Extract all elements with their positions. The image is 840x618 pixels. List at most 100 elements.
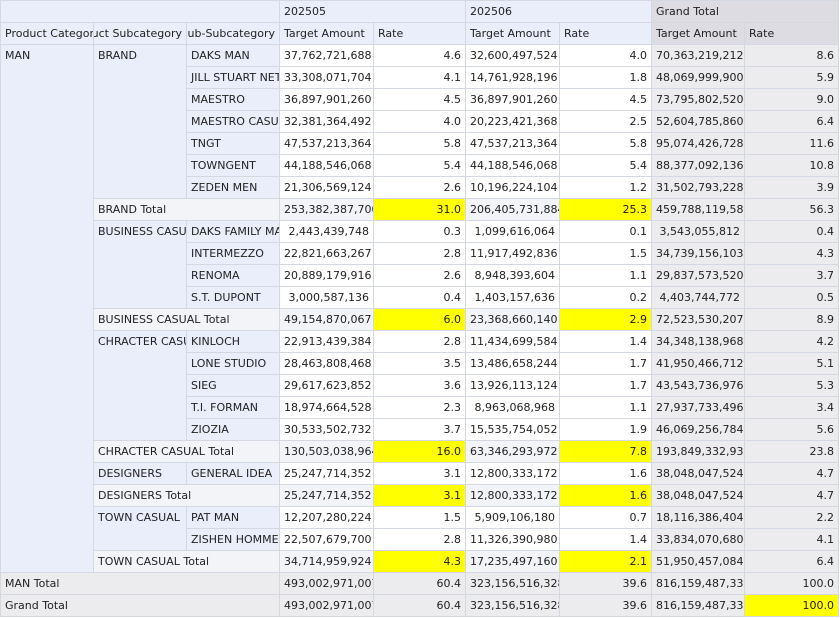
rate-2-cell[interactable]: 1.4 [559,330,652,353]
rate-1-cell[interactable]: 4.5 [373,88,466,111]
target-amount-2-cell[interactable]: 10,196,224,104 [465,176,560,199]
target-amount-1-cell[interactable]: 30,533,502,732 [279,418,374,441]
rate-2-cell[interactable]: 5.4 [559,154,652,177]
grand-target-amount-cell[interactable]: 46,069,256,784 [651,418,745,441]
rate-1-cell[interactable]: 2.8 [373,330,466,353]
rate-1-cell[interactable]: 3.1 [373,462,466,485]
subtotal-label[interactable]: TOWN CASUAL Total [93,550,280,573]
rate-2-cell[interactable]: 1.5 [559,242,652,265]
rate-2-cell[interactable]: 1.8 [559,66,652,89]
rate-2-cell[interactable]: 1.9 [559,418,652,441]
item-cell[interactable]: PAT MAN [186,506,280,529]
subcategory-cell[interactable]: CHRACTER CASUAL [93,330,187,441]
grand-rate-cell[interactable]: 9.0 [744,88,839,111]
grand-target-amount-cell[interactable]: 29,837,573,520 [651,264,745,287]
grand-target-amount-cell[interactable]: 816,159,487,335 [651,594,745,617]
subcategory-cell[interactable]: BRAND [93,44,187,199]
rate-2-cell[interactable]: 2.5 [559,110,652,133]
subtotal-label[interactable]: BUSINESS CASUAL Total [93,308,280,331]
grand-target-amount-cell[interactable]: 18,116,386,404 [651,506,745,529]
grand-rate-cell[interactable]: 5.9 [744,66,839,89]
target-amount-1-cell[interactable]: 20,889,179,916 [279,264,374,287]
rate-2-cell[interactable]: 39.6 [559,572,652,595]
rate-1-cell[interactable]: 6.0 [373,308,466,331]
rate-1-cell[interactable]: 0.3 [373,220,466,243]
item-cell[interactable]: INTERMEZZO [186,242,280,265]
rate-2-cell[interactable]: 7.8 [559,440,652,463]
rate-1-cell[interactable]: 0.4 [373,286,466,309]
target-amount-1-cell[interactable]: 47,537,213,364 [279,132,374,155]
grand-rate-cell[interactable]: 3.4 [744,396,839,419]
target-amount-1-cell[interactable]: 44,188,546,068 [279,154,374,177]
grand-target-amount-cell[interactable]: 51,950,457,084 [651,550,745,573]
grand-rate-cell[interactable]: 4.7 [744,484,839,507]
dim-header-category[interactable]: Product Category [0,22,94,45]
rate-1-cell[interactable]: 4.6 [373,44,466,67]
rate-1-cell[interactable]: 5.8 [373,132,466,155]
grand-rate-cell[interactable]: 2.2 [744,506,839,529]
grand-target-amount-cell[interactable]: 34,739,156,103 [651,242,745,265]
grand-target-amount-cell[interactable]: 31,502,793,228 [651,176,745,199]
item-cell[interactable]: T.I. FORMAN [186,396,280,419]
grand-rate-cell[interactable]: 4.3 [744,242,839,265]
grand-rate-cell[interactable]: 6.4 [744,110,839,133]
grand-rate-cell[interactable]: 3.9 [744,176,839,199]
target-amount-2-cell[interactable]: 32,600,497,524 [465,44,560,67]
category-total-row-label[interactable]: MAN Total [0,572,280,595]
category-cell[interactable]: MAN [0,44,94,573]
rate-2-cell[interactable]: 1.7 [559,374,652,397]
rate-1-cell[interactable]: 60.4 [373,572,466,595]
target-amount-1-cell[interactable]: 32,381,364,492 [279,110,374,133]
item-cell[interactable]: ZISHEN HOMME [186,528,280,551]
rate-1-cell[interactable]: 3.6 [373,374,466,397]
target-amount-1-cell[interactable]: 37,762,721,688 [279,44,374,67]
target-amount-2-cell[interactable]: 11,917,492,836 [465,242,560,265]
item-cell[interactable]: JILL STUART NETWORK [186,66,280,89]
target-amount-1-cell[interactable]: 3,000,587,136 [279,286,374,309]
target-amount-1-cell[interactable]: 28,463,808,468 [279,352,374,375]
grand-rate-cell[interactable]: 4.1 [744,528,839,551]
rate-2-cell[interactable]: 1.4 [559,528,652,551]
grand-rate-cell[interactable]: 6.4 [744,550,839,573]
rate-2-cell[interactable]: 5.8 [559,132,652,155]
rate-1-cell[interactable]: 3.7 [373,418,466,441]
target-amount-2-cell[interactable]: 63,346,293,972 [465,440,560,463]
measure-header-rate-1[interactable]: Rate [373,22,466,45]
measure-header-rate-grand[interactable]: Rate [744,22,839,45]
grand-target-amount-cell[interactable]: 4,403,744,772 [651,286,745,309]
rate-1-cell[interactable]: 31.0 [373,198,466,221]
target-amount-1-cell[interactable]: 34,714,959,924 [279,550,374,573]
rate-2-cell[interactable]: 4.5 [559,88,652,111]
period-header-2[interactable]: 202506 [465,0,652,23]
rate-1-cell[interactable]: 2.8 [373,528,466,551]
target-amount-2-cell[interactable]: 323,156,516,328 [465,572,560,595]
target-amount-2-cell[interactable]: 20,223,421,368 [465,110,560,133]
item-cell[interactable]: SIEG [186,374,280,397]
target-amount-1-cell[interactable]: 253,382,387,700 [279,198,374,221]
target-amount-1-cell[interactable]: 25,247,714,352 [279,462,374,485]
rate-1-cell[interactable]: 16.0 [373,440,466,463]
target-amount-1-cell[interactable]: 22,507,679,700 [279,528,374,551]
grand-total-header[interactable]: Grand Total [651,0,839,23]
target-amount-2-cell[interactable]: 8,963,068,968 [465,396,560,419]
grand-target-amount-cell[interactable]: 88,377,092,136 [651,154,745,177]
target-amount-2-cell[interactable]: 323,156,516,328 [465,594,560,617]
rate-1-cell[interactable]: 4.3 [373,550,466,573]
item-cell[interactable]: TNGT [186,132,280,155]
item-cell[interactable]: MAESTRO [186,88,280,111]
grand-target-amount-cell[interactable]: 43,543,736,976 [651,374,745,397]
item-cell[interactable]: ZIOZIA [186,418,280,441]
item-cell[interactable]: DAKS FAMILY MAN [186,220,280,243]
rate-2-cell[interactable]: 2.9 [559,308,652,331]
grand-target-amount-cell[interactable]: 41,950,466,712 [651,352,745,375]
target-amount-1-cell[interactable]: 29,617,623,852 [279,374,374,397]
grand-rate-cell[interactable]: 8.6 [744,44,839,67]
target-amount-2-cell[interactable]: 23,368,660,140 [465,308,560,331]
measure-header-target-grand[interactable]: Target Amount [651,22,745,45]
rate-1-cell[interactable]: 3.5 [373,352,466,375]
item-cell[interactable]: RENOMA [186,264,280,287]
measure-header-target-1[interactable]: Target Amount [279,22,374,45]
target-amount-1-cell[interactable]: 22,821,663,267 [279,242,374,265]
target-amount-1-cell[interactable]: 2,443,439,748 [279,220,374,243]
rate-2-cell[interactable]: 39.6 [559,594,652,617]
